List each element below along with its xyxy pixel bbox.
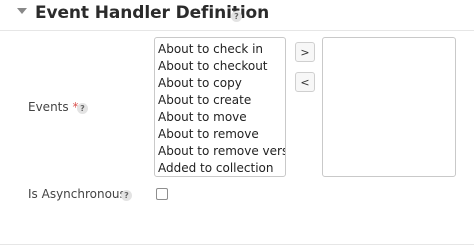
question-mark-icon[interactable]: ?: [77, 103, 88, 114]
event-option[interactable]: About to copy: [158, 75, 285, 92]
remove-event-button[interactable]: <: [295, 72, 315, 92]
event-option[interactable]: About to remove versic: [158, 143, 285, 160]
event-option[interactable]: About to create: [158, 92, 285, 109]
caret-down-icon[interactable]: [17, 8, 27, 14]
events-label-text: Events: [28, 100, 69, 114]
events-options: About to check in About to checkout About …: [158, 41, 285, 176]
event-handler-form: Event Handler Definition ? Events * ? Ab…: [0, 0, 474, 248]
event-option[interactable]: About to checkout: [158, 58, 285, 75]
question-mark-icon[interactable]: ?: [121, 190, 132, 201]
events-available-list[interactable]: About to check in About to checkout About …: [154, 37, 286, 177]
add-event-button[interactable]: >: [295, 42, 315, 62]
bottom-divider: [0, 244, 474, 245]
async-label: Is Asynchronous: [28, 187, 126, 201]
async-checkbox[interactable]: [156, 188, 168, 200]
event-option[interactable]: Added to collection: [158, 160, 285, 176]
event-option[interactable]: About to move: [158, 109, 285, 126]
section-header[interactable]: Event Handler Definition ?: [0, 0, 474, 30]
event-option[interactable]: About to check in: [158, 41, 285, 58]
section-divider: [0, 30, 474, 31]
events-selected-list[interactable]: [322, 37, 456, 177]
question-mark-icon[interactable]: ?: [231, 11, 242, 22]
events-label: Events *: [28, 100, 78, 114]
event-option[interactable]: About to remove: [158, 126, 285, 143]
